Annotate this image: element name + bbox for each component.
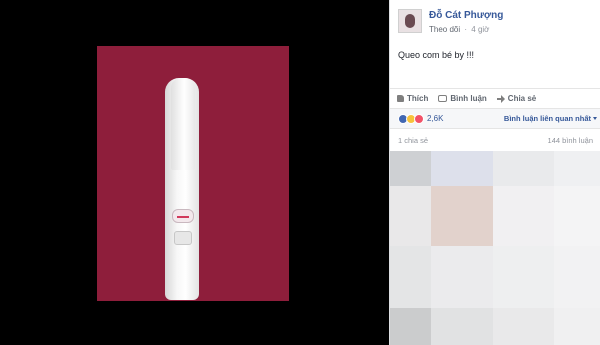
blurred-cell bbox=[493, 186, 554, 246]
comment-sort-label: Bình luận liên quan nhất bbox=[503, 114, 591, 123]
share-icon bbox=[496, 94, 505, 103]
post-meta: Theo dõi · 4 giờ bbox=[429, 25, 489, 34]
thumbs-up-icon bbox=[397, 95, 404, 102]
blurred-cell bbox=[554, 186, 600, 246]
follow-link[interactable]: Theo dõi bbox=[429, 25, 460, 34]
blurred-cell bbox=[431, 246, 493, 308]
chevron-down-icon bbox=[593, 117, 597, 120]
sample-window bbox=[174, 231, 192, 245]
blurred-cell bbox=[431, 186, 493, 246]
timestamp[interactable]: 4 giờ bbox=[471, 25, 489, 34]
comment-sort-dropdown[interactable]: Bình luận liên quan nhất bbox=[504, 114, 597, 123]
comment-label: Bình luận bbox=[450, 94, 487, 103]
post-caption: Queo com bé by !!! bbox=[398, 50, 475, 60]
photo-viewer bbox=[0, 0, 389, 345]
post-header: Đỗ Cát Phượng Theo dõi · 4 giờ bbox=[398, 8, 592, 42]
blurred-cell bbox=[390, 186, 431, 246]
blurred-cell bbox=[431, 308, 493, 345]
pregnancy-test-cap bbox=[171, 78, 195, 170]
share-label: Chia sẻ bbox=[507, 94, 537, 103]
like-label: Thích bbox=[407, 94, 429, 103]
blurred-cell bbox=[431, 151, 493, 186]
blurred-comments-area bbox=[390, 151, 600, 345]
author-name[interactable]: Đỗ Cát Phượng bbox=[429, 10, 503, 21]
action-bar: Thích Bình luận Chia sẻ bbox=[390, 88, 600, 108]
comment-count[interactable]: 144 bình luận bbox=[548, 136, 593, 145]
blurred-cell bbox=[493, 308, 554, 345]
separator-dot: · bbox=[464, 25, 468, 34]
post-photo[interactable] bbox=[97, 46, 289, 301]
blurred-cell bbox=[390, 151, 431, 186]
blurred-cell bbox=[390, 246, 431, 308]
reactions-bar: 2,6K Bình luận liên quan nhất bbox=[390, 108, 600, 129]
post-side-panel: Đỗ Cát Phượng Theo dõi · 4 giờ Queo com … bbox=[389, 0, 600, 345]
comment-button[interactable]: Bình luận bbox=[438, 94, 487, 103]
result-line bbox=[177, 216, 189, 218]
blurred-cell bbox=[390, 308, 431, 345]
post-stats: 1 chia sẻ 144 bình luận bbox=[390, 129, 600, 151]
blurred-cell bbox=[554, 246, 600, 308]
blurred-cell bbox=[554, 308, 600, 345]
reaction-count[interactable]: 2,6K bbox=[427, 114, 443, 123]
avatar[interactable] bbox=[398, 9, 422, 33]
love-reaction-icon[interactable] bbox=[414, 113, 424, 124]
like-button[interactable]: Thích bbox=[397, 94, 428, 103]
blurred-cell bbox=[554, 151, 600, 186]
share-count[interactable]: 1 chia sẻ bbox=[398, 136, 428, 145]
blurred-cell bbox=[493, 151, 554, 186]
blurred-cell bbox=[493, 246, 554, 308]
comment-icon bbox=[438, 95, 448, 102]
share-button[interactable]: Chia sẻ bbox=[496, 94, 537, 103]
